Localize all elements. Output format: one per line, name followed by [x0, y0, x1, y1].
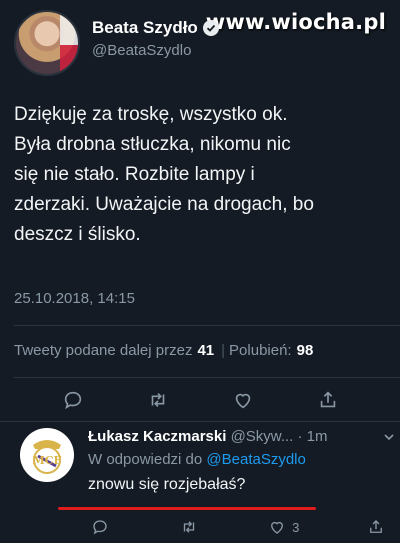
stats-separator: |	[221, 342, 226, 359]
author-avatar[interactable]	[14, 10, 80, 76]
divider	[0, 421, 400, 422]
reply-icon[interactable]	[61, 388, 85, 412]
retweet-icon[interactable]	[177, 515, 201, 539]
reply-body: Łukasz Kaczmarski @Skyw... · 1m W odpowi…	[88, 428, 398, 494]
reply-like-count: 3	[292, 519, 300, 535]
tweet-text-line: zderzaki. Uważajcie na drogach, bo	[14, 194, 314, 215]
red-underline-annotation	[58, 507, 316, 510]
tweet-text-line: się nie stało. Rozbite lampy i	[14, 164, 255, 185]
tweet-timestamp[interactable]: 25.10.2018, 14:15	[14, 290, 135, 307]
reply-display-name[interactable]: Łukasz Kaczmarski	[88, 428, 226, 445]
reply-avatar[interactable]: MCF	[20, 428, 74, 482]
tweet-text: Dziękuję za troskę, wszystko ok. Była dr…	[14, 100, 394, 250]
likes-label[interactable]: Polubień:	[229, 342, 292, 359]
reply-icon[interactable]	[88, 515, 112, 539]
site-watermark: www.wiocha.pl	[205, 10, 386, 34]
replying-to-label: W odpowiedzi do	[88, 451, 203, 468]
share-icon[interactable]	[316, 388, 340, 412]
flag-decoration	[60, 12, 78, 74]
like-icon[interactable]	[231, 388, 255, 412]
svg-text:MCF: MCF	[33, 454, 62, 467]
reply-text: znowu się rozjebałaś?	[88, 476, 246, 493]
like-icon[interactable]	[265, 515, 289, 539]
chevron-down-icon[interactable]	[382, 430, 396, 449]
reply-actions: 3	[88, 515, 388, 539]
author-info: Beata Szydło @BeataSzydlo	[92, 18, 219, 59]
reply-handle[interactable]: @Skyw...	[231, 428, 294, 445]
club-crest-icon: MCF	[33, 440, 62, 474]
tweet-text-line: deszcz i ślisko.	[14, 224, 141, 245]
likes-count[interactable]: 98	[297, 342, 314, 359]
tweet-header: Beata Szydło @BeataSzydlo	[14, 10, 219, 76]
tweet-text-line: Była drobna stłuczka, nikomu nic	[14, 134, 291, 155]
reply-time: · 1m	[297, 428, 328, 445]
tweet-stats: Tweety podane dalej przez 41 | Polubień:…	[14, 342, 320, 359]
replying-to-mention[interactable]: @BeataSzydlo	[206, 451, 305, 468]
tweet-actions	[0, 388, 400, 412]
replying-to: W odpowiedzi do @BeataSzydlo	[88, 451, 398, 468]
divider	[14, 325, 400, 326]
retweets-label[interactable]: Tweety podane dalej przez	[14, 342, 192, 359]
share-icon[interactable]	[364, 515, 388, 539]
reply-header: Łukasz Kaczmarski @Skyw... · 1m	[88, 428, 398, 445]
retweet-icon[interactable]	[146, 388, 170, 412]
tweet-text-line: Dziękuję za troskę, wszystko ok.	[14, 104, 288, 125]
divider	[14, 377, 400, 378]
reply-like-group[interactable]: 3	[265, 515, 299, 539]
author-handle[interactable]: @BeataSzydlo	[92, 42, 219, 59]
retweets-count[interactable]: 41	[197, 342, 214, 359]
author-display-name[interactable]: Beata Szydło	[92, 18, 198, 38]
verified-icon	[202, 20, 219, 36]
